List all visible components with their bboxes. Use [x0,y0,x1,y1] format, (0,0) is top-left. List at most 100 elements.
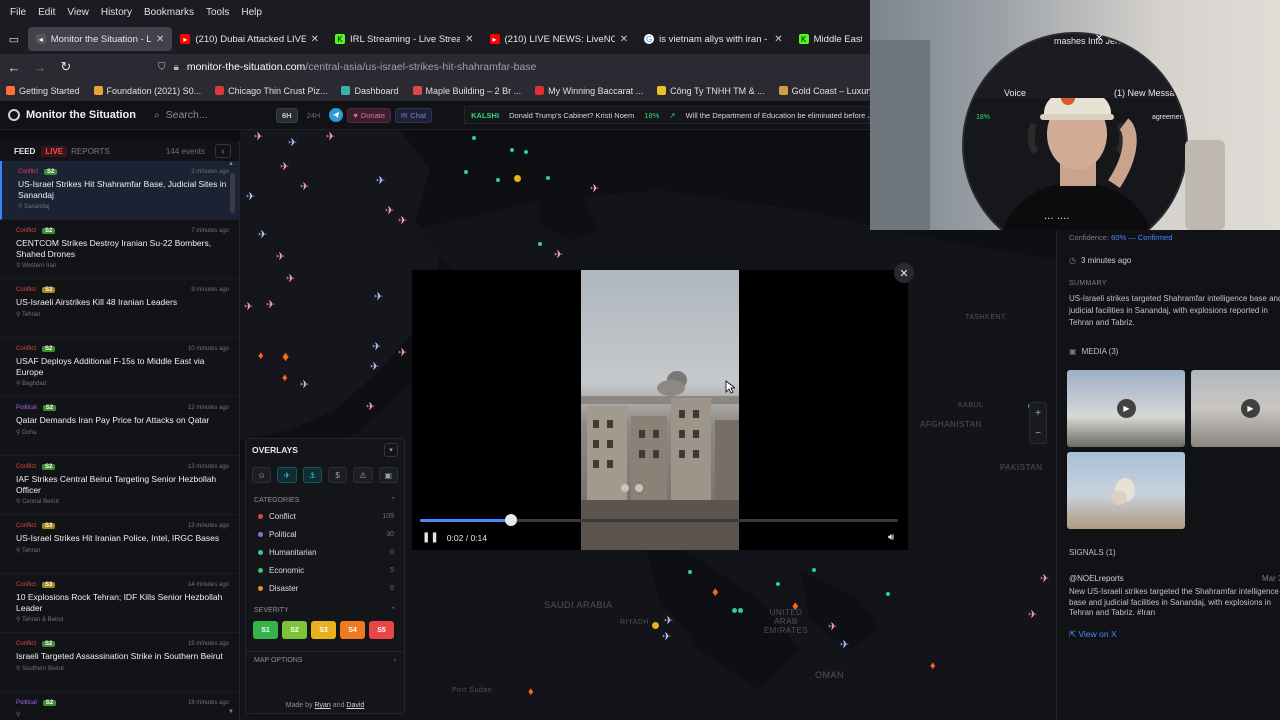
feed-scrollbar[interactable]: ▲ ▼ [228,161,236,720]
menu-file[interactable]: File [10,7,26,18]
volume-icon[interactable]: 🔊︎ [888,532,894,543]
media-thumbnail[interactable]: ▶ [1067,370,1185,447]
people-icon[interactable]: ☺ [252,467,272,483]
severity-button[interactable]: S4 [340,621,365,639]
aircraft-icon[interactable]: ✈ [828,620,837,633]
feed-item[interactable]: Conflict S2 13 minutes ago IAF Strikes Cent… [0,456,239,515]
category-filter[interactable]: Disaster 0 [246,579,404,597]
scroll-up-icon[interactable]: ▲ [228,161,234,167]
chat-button[interactable]: ✉ Chat [395,107,433,123]
browser-tab[interactable]: ▸ (210) Dubai Attacked LIVE | ✕ [172,27,327,51]
aircraft-icon[interactable]: ✈ [840,638,849,651]
scroll-down-icon[interactable]: ▼ [228,709,234,715]
map-options-toggle[interactable]: MAP OPTIONS › [246,651,404,669]
aircraft-icon[interactable]: ✈ [326,130,335,143]
event-marker[interactable] [472,136,476,140]
view-on-x-link[interactable]: ⇱ View on X [1069,629,1117,640]
category-filter[interactable]: Humanitarian 0 [246,543,404,561]
video-frame[interactable] [581,270,739,550]
timeframe-6h[interactable]: 6H [276,107,298,123]
dollar-icon[interactable]: $ [327,467,348,483]
event-marker[interactable] [510,148,514,152]
bookmark-item[interactable]: My Winning Baccarat ... [535,86,643,96]
severity-button[interactable]: S1 [253,621,278,639]
aircraft-icon[interactable]: ✈ [662,630,671,643]
aircraft-icon[interactable]: ✈ [1028,608,1037,621]
feed-item[interactable]: Conflict S2 10 minutes ago USAF Deploys Add… [0,338,239,397]
feed-item[interactable]: Political S2 12 minutes ago Qatar Demands I… [0,397,239,456]
categories-header[interactable]: CATEGORIES ⌃ [246,493,404,507]
aircraft-icon[interactable]: ✈ [288,136,297,149]
aircraft-icon[interactable]: ✈ [374,290,383,303]
play-icon[interactable]: ▶ [1117,399,1136,418]
event-marker[interactable] [776,582,780,586]
aircraft-icon[interactable]: ✈ [246,190,255,203]
media-thumbnail[interactable]: ▶ [1191,370,1280,447]
aircraft-icon[interactable]: ✈ [385,204,394,217]
camera-icon[interactable]: ▣ [378,467,398,483]
event-marker[interactable] [738,608,743,613]
donate-button[interactable]: ♥ Donate [347,107,391,123]
menu-view[interactable]: View [67,7,89,18]
fire-icon[interactable]: ♦ [712,584,719,599]
aircraft-icon[interactable]: ✈ [554,248,563,261]
bookmark-item[interactable]: Dashboard [341,86,399,96]
fire-icon[interactable]: ♦ [282,372,288,384]
aircraft-icon[interactable]: ✈ [398,346,407,359]
aircraft-icon[interactable]: ✈ [372,340,381,353]
video-progress[interactable] [420,514,898,526]
media-thumbnail[interactable] [1067,452,1185,529]
alert-icon[interactable]: ⚠ [353,467,373,483]
fire-icon[interactable]: ♦ [282,348,289,364]
author-link[interactable]: David [346,702,364,709]
severity-header[interactable]: SEVERITY ⌃ [246,603,404,617]
forward-icon[interactable]: → [28,60,52,75]
feed-item[interactable]: Conflict S3 14 minutes ago 10 Explosions Ro… [0,574,239,633]
tab-live[interactable]: LIVE [41,145,68,157]
event-marker[interactable] [546,176,550,180]
chevron-up-icon[interactable]: ⌃ [390,606,396,614]
signal-source[interactable]: @NOELreports [1069,574,1124,583]
category-filter[interactable]: Economic 5 [246,561,404,579]
app-logo[interactable]: Monitor the Situation [0,109,146,121]
aircraft-icon[interactable]: ✈ [300,378,309,391]
event-marker[interactable] [812,568,816,572]
severity-button[interactable]: S5 [369,621,394,639]
feed-item[interactable]: Conflict S2 7 minutes ago CENTCOM Strikes D… [0,220,239,279]
collapse-icon[interactable]: ‹ [215,144,231,158]
browser-tab[interactable]: K IRL Streaming - Live Streams or ✕ [327,27,482,51]
menu-bookmarks[interactable]: Bookmarks [144,7,194,18]
aircraft-icon[interactable]: ✈ [254,130,263,143]
tab-list-icon[interactable]: ▭ [0,27,28,51]
ship-layer-icon[interactable]: ⚓ [302,467,322,483]
telegram-icon[interactable] [329,108,344,122]
browser-tab[interactable]: ◂ Monitor the Situation - Live ✕ [27,27,173,51]
close-icon[interactable]: ✕ [311,34,319,45]
aircraft-icon[interactable]: ✈ [664,614,673,627]
aircraft-icon[interactable]: ✈ [300,180,309,193]
event-marker[interactable] [688,570,692,574]
event-marker[interactable] [524,150,528,154]
scrollbar-thumb[interactable] [230,173,235,213]
event-marker[interactable] [464,170,468,174]
category-filter[interactable]: Political 30 [246,525,404,543]
menu-tools[interactable]: Tools [206,7,229,18]
event-marker[interactable] [652,622,659,629]
bookmark-item[interactable]: Foundation (2021) S0... [93,86,201,96]
pause-icon[interactable]: ❚❚ [422,532,439,543]
browser-tab[interactable]: K Middle East c [791,27,870,51]
bookmark-item[interactable]: Gold Coast – Luxury Li... [778,86,870,96]
close-icon[interactable]: ✕ [894,263,914,283]
aircraft-icon[interactable]: ✈ [376,174,385,187]
bookmark-item[interactable]: Công Ty TNHH TM & ... [657,86,765,96]
lock-icon[interactable]: 🔒︎ [174,62,179,73]
author-link[interactable]: Ryan [314,702,330,709]
feed-item[interactable]: Conflict S2 15 minutes ago Israeli Targeted… [0,633,239,692]
feed-item[interactable]: Political S2 18 minutes ago ⚲ [0,692,239,720]
chevron-down-icon[interactable]: ▾ [384,443,398,457]
fire-icon[interactable]: ♦ [258,350,264,362]
aircraft-icon[interactable]: ✈ [258,228,267,241]
menu-help[interactable]: Help [241,7,262,18]
aircraft-icon[interactable]: ✈ [276,250,285,263]
bookmark-item[interactable]: Maple Building – 2 Br ... [412,86,521,96]
